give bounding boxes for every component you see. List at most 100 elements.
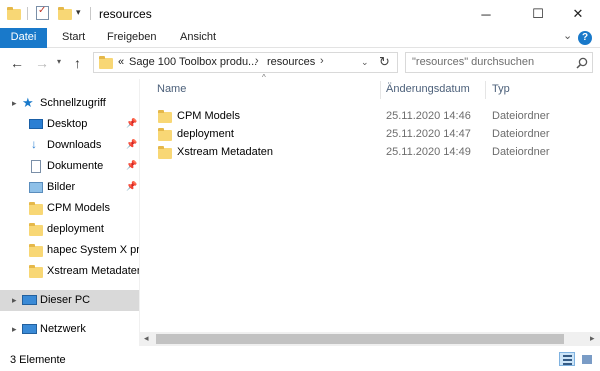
file-type: Dateiordner — [492, 128, 550, 140]
file-date: 25.11.2020 14:46 — [386, 110, 471, 122]
tab-datei[interactable]: Datei — [0, 28, 47, 48]
folder-icon — [158, 146, 172, 159]
breadcrumb-chevron-icon: › — [320, 55, 324, 67]
status-bar: 3 Elemente — [0, 348, 600, 371]
nav-item-hapec[interactable]: hapec System X pro — [0, 240, 139, 261]
network-icon — [22, 324, 37, 334]
nav-label: Dieser PC — [40, 294, 91, 306]
back-button[interactable]: ← — [10, 55, 24, 71]
pin-icon[interactable]: 📌 — [126, 160, 137, 171]
tab-start[interactable]: Start — [62, 28, 85, 48]
window-folder-icon — [7, 7, 21, 20]
nav-item-downloads[interactable]: ↓ Downloads 📌 — [0, 135, 139, 156]
nav-label: CPM Models — [47, 202, 110, 214]
computer-icon — [22, 295, 37, 305]
folder-icon — [158, 128, 172, 141]
nav-item-cpm-models[interactable]: CPM Models — [0, 198, 139, 219]
window-title: resources — [99, 7, 152, 21]
file-type: Dateiordner — [492, 110, 550, 122]
nav-label: hapec System X pro — [47, 244, 139, 256]
expand-chevron-icon[interactable]: ▸ — [12, 324, 17, 335]
expand-chevron-icon[interactable]: ▸ — [12, 98, 17, 109]
nav-label: Downloads — [47, 139, 102, 151]
nav-label: Bilder — [47, 181, 76, 193]
customize-quick-access-icon[interactable]: ▾ — [76, 7, 81, 18]
downloads-icon: ↓ — [31, 137, 37, 151]
horizontal-scrollbar[interactable]: ◂ ▸ — [140, 332, 600, 346]
nav-item-deployment[interactable]: deployment — [0, 219, 139, 240]
search-icon — [576, 57, 588, 69]
nav-label: Dokumente — [47, 160, 104, 172]
column-divider[interactable] — [485, 81, 486, 99]
nav-quick-access[interactable]: ▸ ★ Schnellzugriff — [0, 93, 139, 114]
up-button[interactable]: ↑ — [74, 55, 81, 71]
new-folder-icon[interactable] — [58, 7, 72, 20]
folder-icon — [29, 244, 43, 257]
breadcrumb-current[interactable]: resources — [267, 56, 315, 68]
details-view-icon — [563, 363, 572, 365]
address-history-icon[interactable]: ⌄ — [361, 57, 369, 68]
nav-item-xstream[interactable]: Xstream Metadaten — [0, 261, 139, 282]
details-view-button[interactable] — [559, 352, 575, 366]
navigation-pane: ▸ ★ Schnellzugriff Desktop 📌 ↓ Downloads… — [0, 79, 139, 346]
breadcrumb-parent[interactable]: Sage 100 Toolbox produ... — [129, 56, 257, 68]
pictures-icon — [29, 182, 43, 193]
nav-this-pc[interactable]: ▸ Dieser PC — [0, 290, 139, 311]
breadcrumb-chevron-icon: › — [255, 55, 259, 67]
column-divider[interactable] — [380, 81, 381, 99]
large-icons-view-button[interactable] — [579, 352, 595, 366]
scrollbar-thumb[interactable] — [156, 334, 564, 344]
properties-icon[interactable]: ✓ — [36, 5, 49, 20]
nav-label: Desktop — [47, 118, 88, 130]
nav-label: Xstream Metadaten — [47, 265, 139, 277]
documents-icon — [31, 160, 41, 173]
location-folder-icon — [99, 56, 113, 69]
details-view-icon — [563, 355, 572, 357]
tab-freigeben[interactable]: Freigeben — [107, 28, 157, 48]
close-button[interactable]: ✕ — [555, 0, 600, 28]
details-view-icon — [563, 359, 572, 361]
folder-icon — [29, 202, 43, 215]
file-row[interactable]: deployment 25.11.2020 14:47 Dateiordner — [146, 125, 600, 144]
help-icon[interactable]: ? — [578, 31, 592, 45]
nav-label: deployment — [47, 223, 104, 235]
pin-icon[interactable]: 📌 — [126, 139, 137, 150]
search-input[interactable]: "resources" durchsuchen — [412, 56, 534, 68]
pin-icon[interactable]: 📌 — [126, 118, 137, 129]
refresh-icon[interactable]: ↻ — [379, 54, 390, 70]
file-type: Dateiordner — [492, 146, 550, 158]
breadcrumb-overflow[interactable]: « — [118, 56, 124, 68]
column-header-date[interactable]: Änderungsdatum — [386, 83, 470, 103]
scroll-right-icon[interactable]: ▸ — [590, 333, 595, 344]
nav-item-documents[interactable]: Dokumente 📌 — [0, 156, 139, 177]
address-bar[interactable]: « Sage 100 Toolbox produ... › resources … — [93, 52, 398, 73]
file-date: 25.11.2020 14:47 — [386, 128, 471, 140]
file-name: deployment — [177, 128, 234, 140]
scroll-left-icon[interactable]: ◂ — [144, 333, 149, 344]
nav-item-pictures[interactable]: Bilder 📌 — [0, 177, 139, 198]
pane-divider[interactable] — [139, 79, 140, 346]
folder-icon — [158, 110, 172, 123]
nav-item-desktop[interactable]: Desktop 📌 — [0, 114, 139, 135]
file-row[interactable]: CPM Models 25.11.2020 14:46 Dateiordner — [146, 107, 600, 126]
file-name: CPM Models — [177, 110, 240, 122]
recent-locations-icon[interactable]: ▾ — [57, 57, 61, 66]
large-icons-view-icon — [582, 355, 592, 364]
pin-icon[interactable]: 📌 — [126, 181, 137, 192]
tab-ansicht[interactable]: Ansicht — [180, 28, 216, 48]
column-header-name[interactable]: Name — [157, 83, 186, 103]
expand-ribbon-icon[interactable]: ⌄ — [563, 29, 572, 42]
file-row[interactable]: Xstream Metadaten 25.11.2020 14:49 Datei… — [146, 143, 600, 162]
forward-button[interactable]: → — [35, 55, 49, 71]
minimize-button[interactable]: ─ — [463, 0, 509, 28]
nav-network[interactable]: ▸ Netzwerk — [0, 319, 139, 340]
sort-arrow-icon: ^ — [262, 73, 266, 82]
divider — [90, 7, 91, 20]
desktop-icon — [29, 119, 43, 129]
expand-chevron-icon[interactable]: ▸ — [12, 295, 17, 306]
divider — [27, 7, 28, 20]
column-header-type[interactable]: Typ — [492, 83, 510, 103]
search-box[interactable]: "resources" durchsuchen — [405, 52, 593, 73]
nav-label: Netzwerk — [40, 323, 86, 335]
nav-label: Schnellzugriff — [40, 97, 106, 109]
